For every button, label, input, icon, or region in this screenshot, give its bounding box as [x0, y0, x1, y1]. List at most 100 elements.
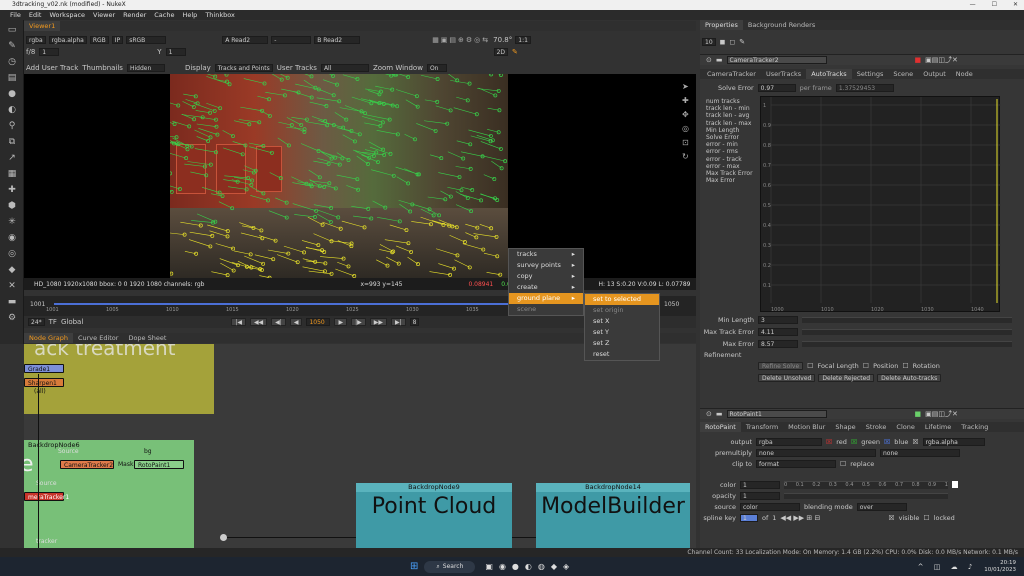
alpha-select[interactable]: rgba.alpha [922, 437, 985, 446]
current-frame-field[interactable]: 1050 [306, 318, 331, 326]
locked-checkbox[interactable]: ☐ [923, 514, 929, 522]
tag-icon[interactable]: ◆ [3, 264, 21, 276]
menu-item-tracks[interactable]: tracks ▸ [509, 249, 583, 260]
backdrop-node14[interactable]: BackdropNode14 ModelBuilder [536, 483, 690, 548]
start-icon[interactable]: ⊞ [410, 561, 418, 572]
autotracks-graph[interactable]: 1 0.9 0.8 0.7 0.6 0.5 0.4 0.3 0.2 0.1 1000 1010 1020… [760, 96, 1001, 313]
ip-button[interactable]: IP [111, 36, 124, 44]
submenu-set-x[interactable]: set X [585, 316, 659, 327]
eye-icon[interactable]: ◎ [3, 248, 21, 260]
zoom-window-select[interactable]: On [426, 64, 447, 72]
transform-icon[interactable]: ↗ [3, 152, 21, 164]
taskbar-apps[interactable]: ▣◉●◐◍◆◈ [485, 562, 575, 571]
menu-render[interactable]: Render [123, 11, 146, 19]
lut-select[interactable]: sRGB [126, 36, 167, 44]
menu-viewer[interactable]: Viewer [93, 11, 115, 19]
submenu-set-y[interactable]: set Y [585, 327, 659, 338]
rotation-checkbox[interactable]: ☐ [902, 362, 908, 370]
global-select[interactable]: Global [61, 318, 83, 326]
pipe-dot[interactable] [220, 534, 227, 541]
delete-rejected-button[interactable]: Delete Rejected [818, 374, 875, 382]
ratio-select[interactable]: 1:1 [515, 36, 531, 44]
image-icon[interactable]: ▭ [3, 24, 21, 36]
tab-background-renders[interactable]: Background Renders [743, 20, 820, 30]
tab-motion-blur[interactable]: Motion Blur [783, 422, 830, 432]
maximize-button[interactable]: ☐ [992, 0, 997, 10]
max-error-slider[interactable] [802, 341, 1012, 347]
rotate-icon[interactable]: ↻ [682, 150, 692, 164]
move-icon[interactable]: ✥ [682, 108, 692, 122]
tab-settings[interactable]: Settings [852, 69, 889, 79]
premultiply-select[interactable]: none [756, 448, 876, 457]
blue-checkbox[interactable]: ☒ [884, 438, 890, 446]
y-field[interactable]: 1 [165, 48, 186, 56]
tab-shape[interactable]: Shape [830, 422, 860, 432]
tab-usertracks[interactable]: UserTracks [761, 69, 806, 79]
node-sharpen1[interactable]: Sharpen1 [24, 378, 64, 387]
per-frame-field[interactable]: 1.37529453 [835, 84, 894, 92]
tab-lifetime[interactable]: Lifetime [920, 422, 956, 432]
fps-field[interactable]: 24* [28, 318, 45, 326]
zoom-readout[interactable]: 70.8° [493, 36, 512, 44]
node-grade1[interactable]: Grade1 [24, 364, 64, 373]
keyer-icon[interactable]: ⚲ [3, 120, 21, 132]
premultiply-alpha-select[interactable]: none [880, 448, 960, 457]
color-field[interactable]: 1 [740, 480, 780, 489]
menu-item-copy[interactable]: copy ▸ [509, 271, 583, 282]
furnace-icon[interactable]: ▬ [3, 296, 21, 308]
display-select[interactable]: Tracks and Points [214, 64, 273, 72]
clip-to-select[interactable]: format [756, 459, 836, 468]
float-icon[interactable]: ◻ [729, 38, 735, 46]
spline-key-buttons[interactable]: ◀◀ ▶▶ ⊞ ⊟ [780, 514, 820, 522]
pin-icon[interactable]: ◼ [720, 38, 726, 46]
node-cameratracker2[interactable]: CameraTracker2 [60, 460, 114, 469]
tab-transform[interactable]: Transform [741, 422, 783, 432]
minimize-button[interactable]: — [970, 0, 976, 10]
menu-file[interactable]: File [10, 11, 21, 19]
menu-thinkbox[interactable]: Thinkbox [205, 11, 235, 19]
menu-item-scene[interactable]: scene [509, 304, 583, 315]
max-track-error-field[interactable]: 4.11 [758, 328, 798, 336]
edit-icon[interactable]: ✎ [739, 38, 745, 46]
red-checkbox[interactable]: ☒ [826, 438, 832, 446]
tab-curve-editor[interactable]: Curve Editor [73, 333, 123, 343]
frame-field[interactable]: 1 [39, 48, 60, 56]
menu-item-create[interactable]: create ▸ [509, 282, 583, 293]
replace-checkbox[interactable]: ☐ [840, 460, 846, 468]
source-select[interactable]: color [740, 502, 800, 511]
min-length-slider[interactable] [802, 317, 1012, 323]
node-name-field[interactable]: CameraTracker2 [726, 56, 827, 64]
node-cameratracker1[interactable]: meraTracker1 [24, 492, 69, 501]
prev-frame-button[interactable]: ◀| [271, 318, 286, 326]
tab-scene[interactable]: Scene [888, 69, 918, 79]
green-checkbox[interactable]: ☒ [851, 438, 857, 446]
max-panels-field[interactable]: 10 [702, 38, 716, 46]
target-icon[interactable]: ◎ [682, 122, 692, 136]
refine-solve-button[interactable]: Refine Solve [758, 362, 804, 370]
visible-checkbox[interactable]: ☒ [888, 514, 894, 522]
roto-header-icons[interactable]: ▣▤◫⤴✕ [925, 409, 958, 419]
menu-item-ground-plane[interactable]: ground plane ▸ [509, 293, 583, 304]
prev-key-button[interactable]: ◀◀ [249, 318, 268, 326]
roto-node-icon[interactable]: ⊙ [706, 410, 712, 418]
add-icon[interactable]: ✚ [682, 94, 692, 108]
menu-item-survey-points[interactable]: survey points ▸ [509, 260, 583, 271]
output-select[interactable]: rgba [756, 437, 822, 446]
color-icon[interactable]: ● [3, 88, 21, 100]
tab-node[interactable]: Node [951, 69, 978, 79]
tab-output[interactable]: Output [918, 69, 951, 79]
tray-icons[interactable]: ^ ◫ ☁ ♪ [918, 563, 977, 571]
position-checkbox[interactable]: ☐ [863, 362, 869, 370]
time-icon[interactable]: ◷ [3, 56, 21, 68]
tab-stroke[interactable]: Stroke [861, 422, 892, 432]
menu-workspace[interactable]: Workspace [49, 11, 85, 19]
blending-mode-select[interactable]: over [856, 502, 907, 511]
gear-icon[interactable]: ⚙ [3, 312, 21, 324]
node-rotopaint1[interactable]: RotoPaint1 [134, 460, 184, 469]
menu-help[interactable]: Help [182, 11, 197, 19]
taskbar-search[interactable]: ⌕ Search [424, 560, 476, 573]
colorspace-select[interactable]: RGB [89, 36, 109, 44]
header-icons[interactable]: ▣▤◫⤴✕ [925, 55, 958, 65]
add-user-track-button[interactable]: Add User Track [26, 64, 78, 72]
submenu-set-z[interactable]: set Z [585, 338, 659, 349]
